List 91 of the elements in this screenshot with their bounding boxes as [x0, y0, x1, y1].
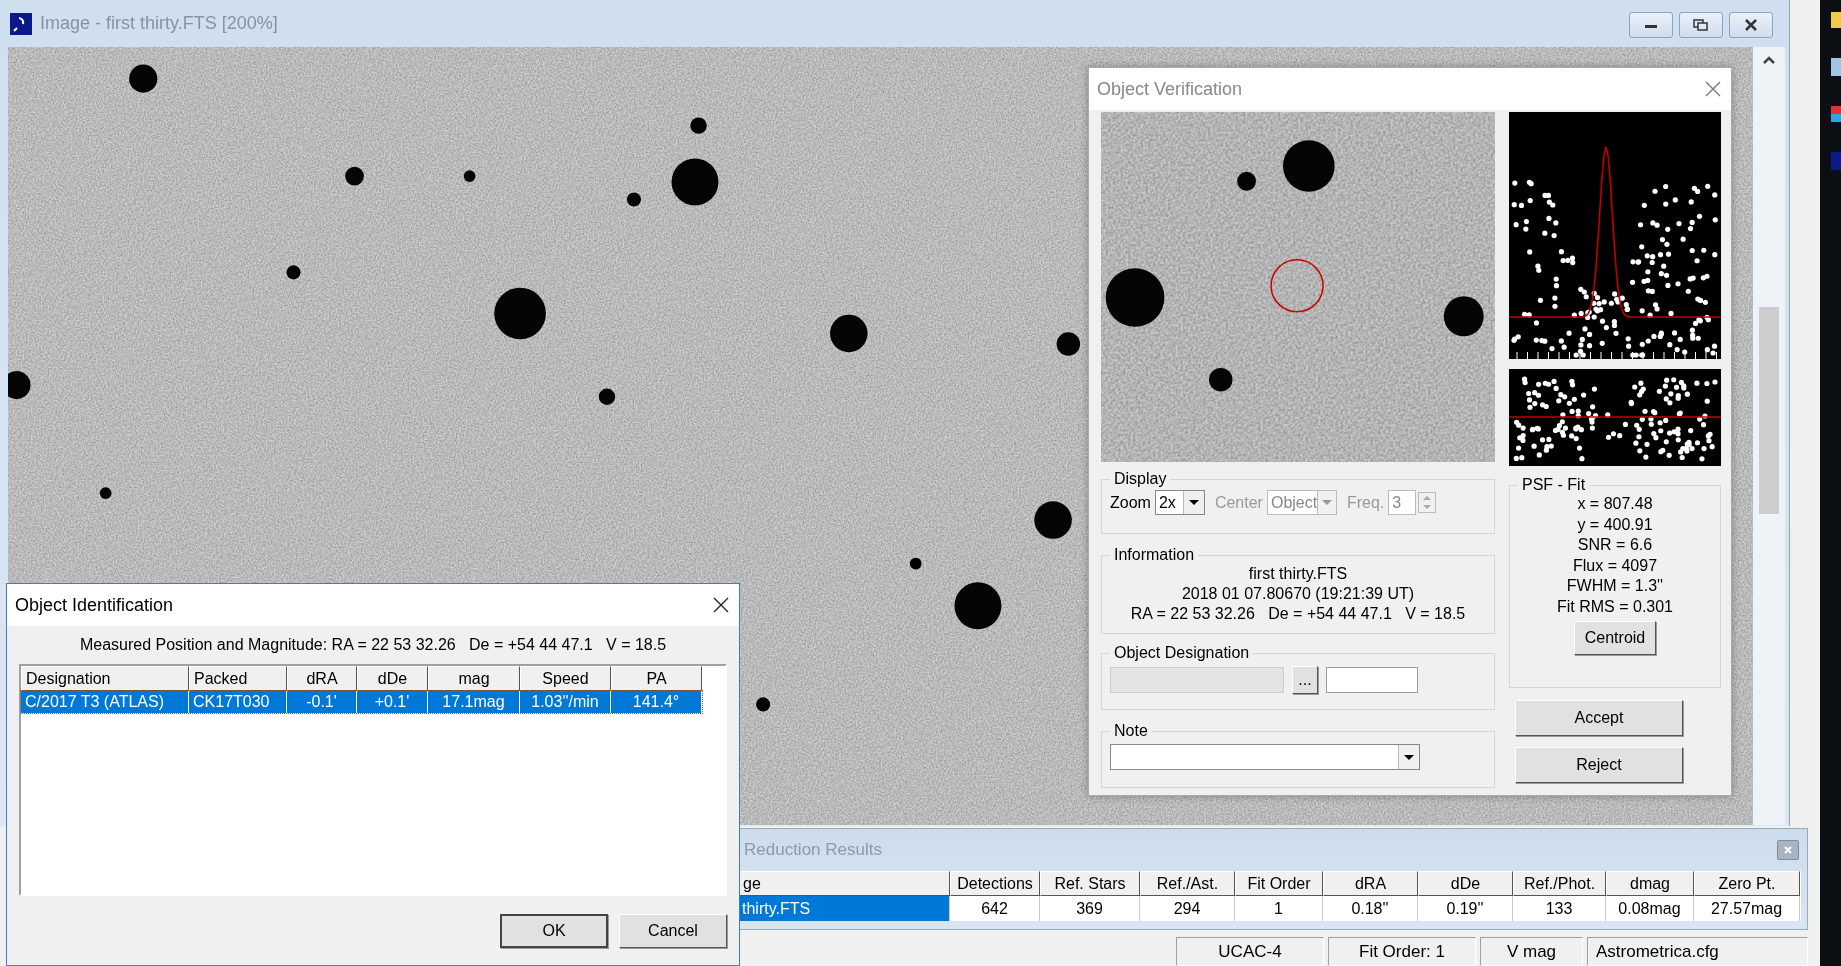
status-text: V mag: [1480, 937, 1583, 966]
spinner-buttons[interactable]: [1418, 492, 1437, 513]
column-header[interactable]: Speed: [520, 666, 611, 691]
fit-value-text: Flux = 4097: [1572, 555, 1658, 576]
info-text: first thirty.FTS: [1247, 564, 1349, 584]
info-text: RA = 22 53 32.26 De = +54 44 47.1 V = 18.5: [1129, 604, 1467, 624]
info-text: 2018 01 07.80670 (19:21:39 UT): [1180, 584, 1416, 604]
fit-value-text: FWHM = 1.3'': [1566, 576, 1664, 596]
caret-icon: [1187, 499, 1200, 506]
column-header[interactable]: dRA: [287, 666, 357, 691]
close-button[interactable]: [713, 597, 729, 613]
scrollbar[interactable]: [1753, 47, 1785, 825]
close-button[interactable]: [1729, 12, 1773, 38]
dialog-title: Object Identification: [15, 594, 174, 616]
field-label: Zoom: [1110, 493, 1151, 512]
minimize-button[interactable]: [1629, 12, 1673, 38]
window-title: Reduction Results: [744, 840, 882, 860]
table-cell: 0.08mag: [1606, 896, 1694, 921]
app-logo-icon: [10, 12, 32, 35]
target-circle: [1270, 259, 1324, 313]
column-header[interactable]: Ref./Phot.: [1513, 871, 1606, 896]
table-cell: 642: [950, 896, 1040, 921]
status-text: Fit Order: 1: [1328, 937, 1476, 966]
column-header[interactable]: Detections: [950, 871, 1040, 896]
measured-position-text: Measured Position and Magnitude: RA = 22 53 32.26 De = +54 44 47.1 V = 18.5: [78, 635, 668, 655]
table-cell: CK17T030: [189, 691, 287, 713]
close-icon: [1783, 845, 1793, 855]
column-header[interactable]: dRA: [1323, 871, 1418, 896]
column-header[interactable]: dmag: [1606, 871, 1694, 896]
field-label: Freq.: [1346, 493, 1385, 512]
column-header[interactable]: Fit Order: [1235, 871, 1323, 896]
fit-value-text: y = 400.91: [1577, 514, 1653, 535]
group-label: Display: [1113, 470, 1168, 488]
maximize-icon: [1693, 19, 1709, 31]
field-label: Center: [1214, 493, 1263, 512]
maximize-button[interactable]: [1679, 12, 1723, 38]
column-header[interactable]: Ref./Ast.: [1140, 871, 1235, 896]
table-cell: 0.18'': [1323, 896, 1418, 921]
table-cell: 141.4°: [611, 691, 702, 713]
window-title: Image - first thirty.FTS [200%]: [40, 13, 278, 34]
table-cell: 27.57mag: [1694, 896, 1800, 921]
column-header[interactable]: ge: [738, 871, 950, 896]
caret-icon: [1403, 753, 1415, 761]
dialog-title: Object Verification: [1097, 78, 1243, 100]
centroid-button[interactable]: Centroid: [1574, 621, 1656, 655]
table-cell: 0.19'': [1418, 896, 1513, 921]
table-cell: +0.1': [357, 691, 428, 713]
table-cell: 1.03''/min: [520, 691, 611, 713]
table-cell: 369: [1040, 896, 1140, 921]
group-label: PSF - Fit: [1521, 476, 1587, 494]
caret-icon: [1321, 499, 1334, 506]
down-arrow-icon: [1422, 504, 1433, 510]
fit-value-text: x = 807.48: [1577, 494, 1653, 514]
fit-value-text: Fit RMS = 0.301: [1556, 596, 1673, 617]
column-header[interactable]: mag: [428, 666, 520, 691]
table-cell: C/2017 T3 (ATLAS): [21, 691, 189, 713]
group-label: Object Designation: [1113, 644, 1251, 662]
reject-button[interactable]: Reject: [1515, 747, 1683, 783]
column-header[interactable]: Ref. Stars: [1040, 871, 1140, 896]
table-cell: 1: [1235, 896, 1323, 921]
zoom-dropdown[interactable]: 2x: [1154, 490, 1205, 515]
status-text: Astrometrica.cfg: [1587, 937, 1808, 966]
browse-button[interactable]: ...: [1292, 666, 1318, 694]
number-field[interactable]: [1326, 667, 1418, 693]
cancel-button[interactable]: Cancel: [619, 914, 727, 948]
fit-value-text: SNR = 6.6: [1577, 535, 1653, 555]
close-icon: [1744, 19, 1758, 31]
table-row[interactable]: C/2017 T3 (ATLAS) CK17T030 -0.1' +0.1' 17.1mag 1.03''/min 141.4°: [21, 691, 702, 713]
table-cell: 17.1mag: [428, 691, 520, 713]
scroll-up-icon: [1762, 55, 1776, 65]
group-label: Note: [1113, 722, 1149, 740]
column-header[interactable]: PA: [611, 666, 702, 691]
column-header[interactable]: Designation: [21, 666, 189, 691]
close-icon: [713, 597, 729, 613]
up-arrow-icon: [1422, 495, 1433, 501]
column-header[interactable]: dDe: [1418, 871, 1513, 896]
column-header[interactable]: Zero Pt.: [1694, 871, 1800, 896]
table-cell: 133: [1513, 896, 1606, 921]
status-text: UCAC-4: [1176, 937, 1324, 966]
table-cell: -0.1': [287, 691, 357, 713]
table-cell: 294: [1140, 896, 1235, 921]
close-icon: [1705, 81, 1721, 97]
note-dropdown[interactable]: [1110, 744, 1420, 770]
column-header[interactable]: dDe: [357, 666, 428, 691]
ok-button[interactable]: OK: [500, 914, 608, 948]
column-header[interactable]: Packed: [189, 666, 287, 691]
accept-button[interactable]: Accept: [1515, 700, 1683, 736]
table-cell[interactable]: thirty.FTS: [738, 896, 950, 921]
app-icon[interactable]: [1831, 106, 1841, 122]
scroll-thumb[interactable]: [1759, 307, 1779, 514]
group-label: Information: [1113, 546, 1196, 564]
